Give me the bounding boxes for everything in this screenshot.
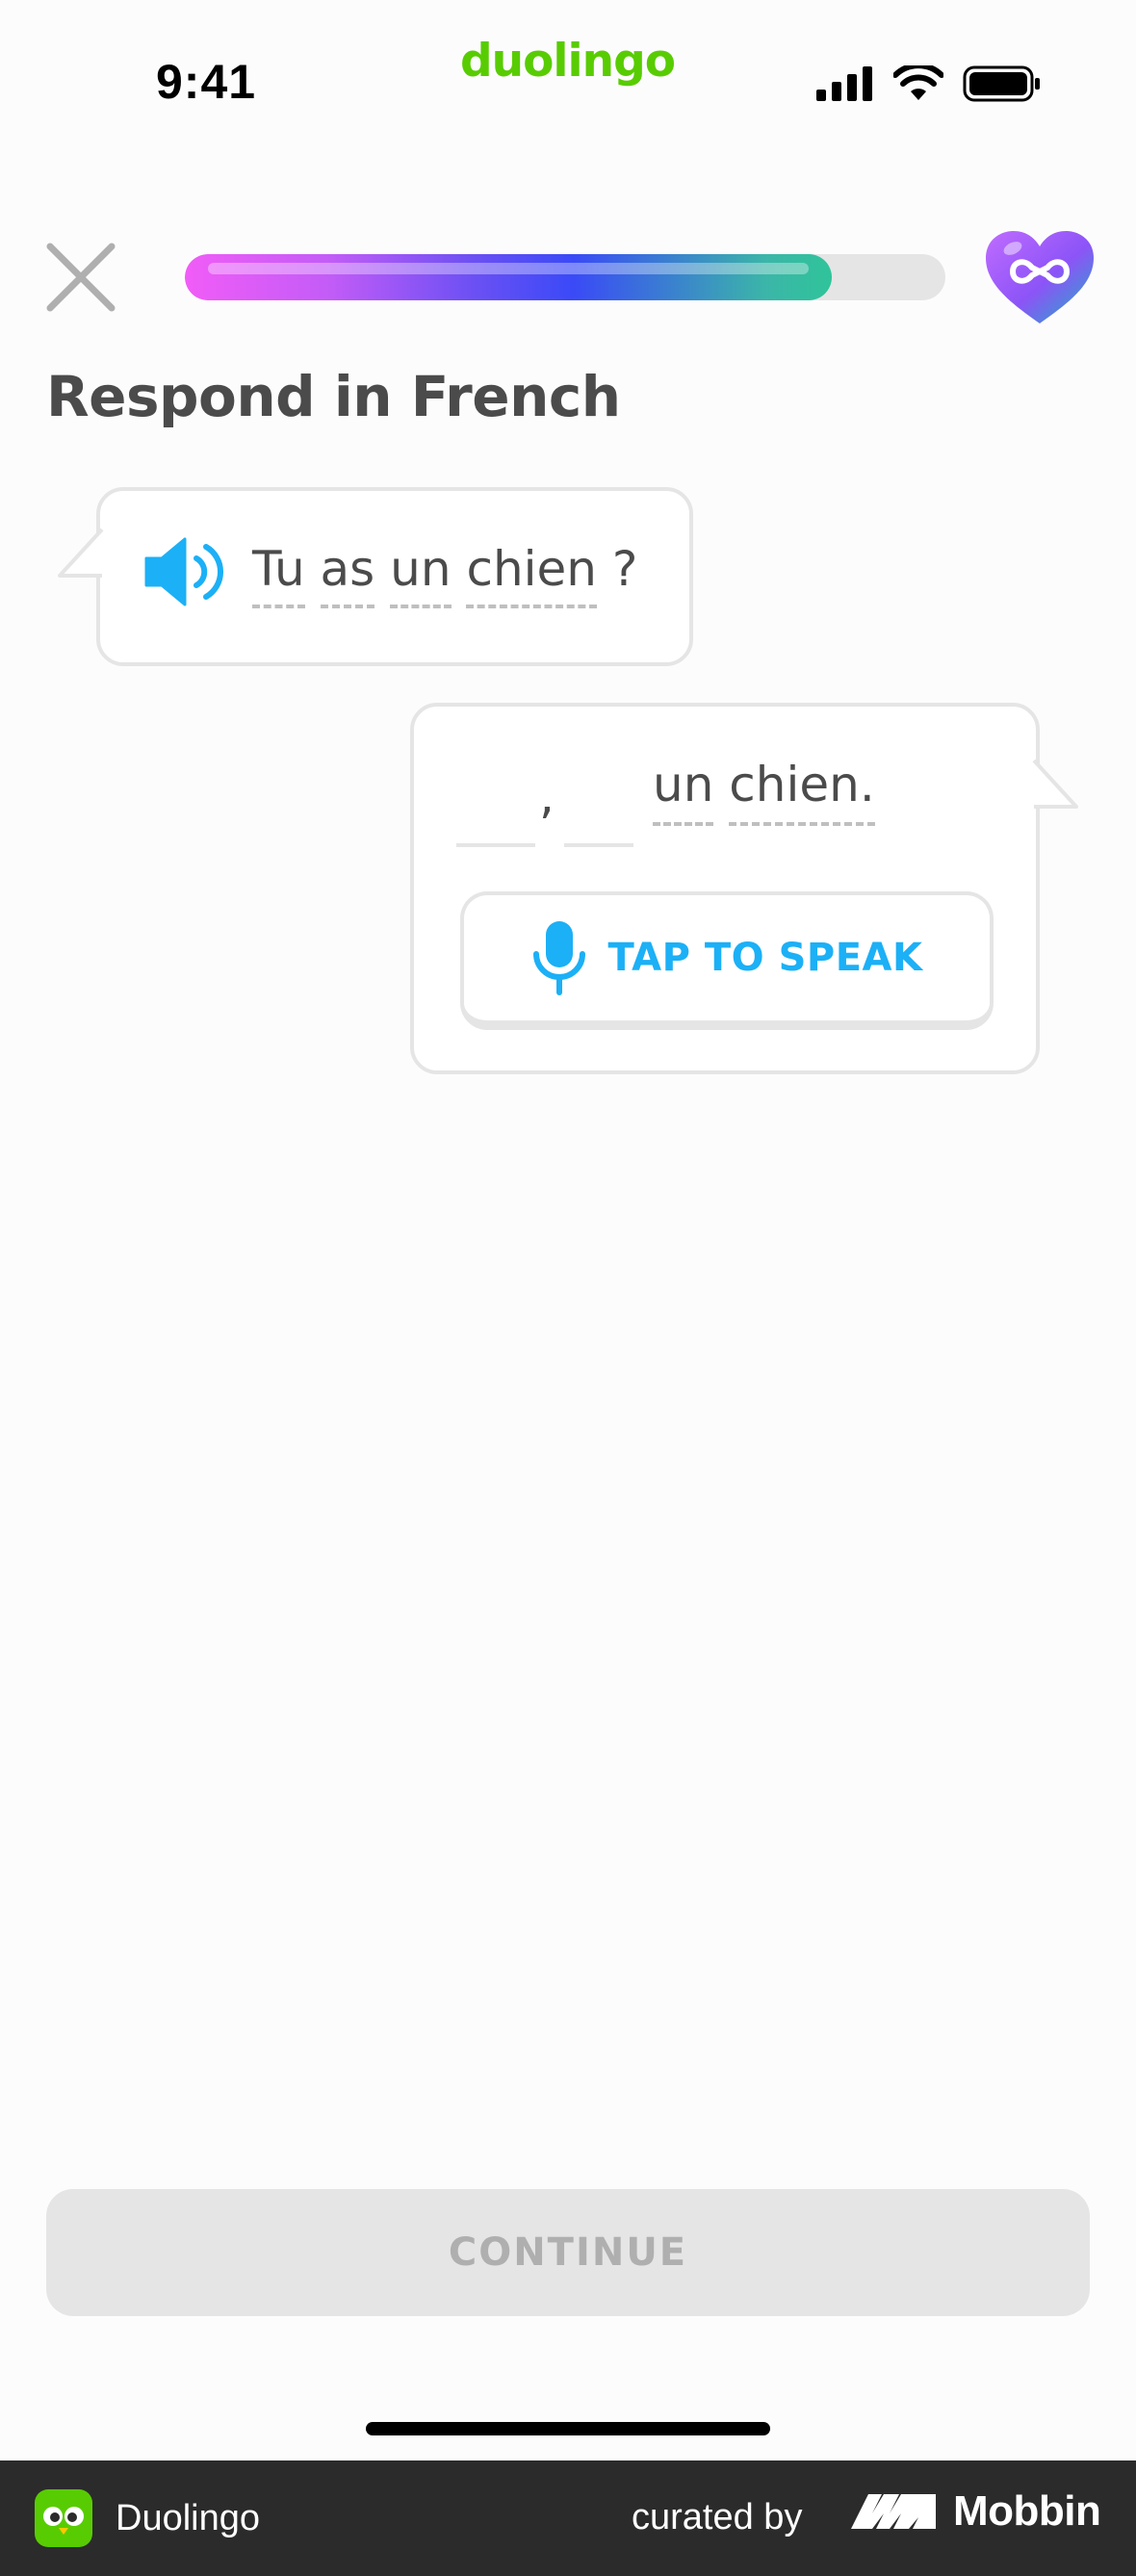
footer-bar: Duolingo curated by Mobbin [0,2460,1136,2576]
footer-app-name: Duolingo [116,2497,260,2538]
wifi-icon [893,65,943,100]
answer-given-words: un chien. [653,757,875,826]
prompt-sentence: Tu as un chien ? [252,541,637,608]
exercise-heading: Respond in French [46,364,621,429]
play-audio-button[interactable] [142,533,225,610]
answer-comma: , [539,768,555,824]
microphone-icon [532,921,585,995]
hint-word[interactable]: un [653,757,714,826]
answer-blank [564,843,633,847]
continue-label: CONTINUE [448,2230,688,2275]
hint-word[interactable]: chien. [729,757,875,826]
close-icon [46,243,116,312]
hint-word[interactable]: as [320,544,375,608]
bubble-tail [58,528,104,578]
home-indicator [366,2422,770,2435]
bubble-tail [1032,759,1078,809]
mobbin-logo: Mobbin [851,2487,1101,2536]
prompt-bubble: Tu as un chien ? [58,487,693,666]
progress-fill [185,254,832,300]
brand-logo: duolingo [460,35,676,88]
curated-by-label: curated by [632,2497,803,2537]
continue-button[interactable]: CONTINUE [46,2189,1090,2316]
answer-blank [456,843,535,847]
battery-icon [963,65,1040,102]
hint-word[interactable]: un [390,544,452,608]
close-button[interactable] [44,241,117,314]
duolingo-owl-icon [35,2489,92,2547]
hint-word[interactable]: Tu [252,544,305,608]
status-bar: 9:41 duolingo [0,0,1136,144]
lesson-progress-bar [185,254,945,300]
tap-to-speak-label: TAP TO SPEAK [607,936,923,980]
footer-app: Duolingo [35,2489,260,2547]
hint-word[interactable]: chien [466,544,597,608]
cellular-signal-icon [816,66,872,101]
mobbin-mark-icon [851,2494,936,2529]
infinity-heart-icon [986,231,1094,323]
status-icons [816,65,1042,102]
hearts-button[interactable] [984,229,1096,325]
progress-shine [208,263,809,274]
tap-to-speak-button[interactable]: TAP TO SPEAK [460,891,994,1030]
question-mark: ? [611,541,638,597]
mobbin-name: Mobbin [953,2487,1101,2535]
status-time: 9:41 [156,55,257,109]
answer-bubble: , un chien. TAP TO SPEAK [410,703,1078,1074]
speaker-icon [144,537,224,606]
